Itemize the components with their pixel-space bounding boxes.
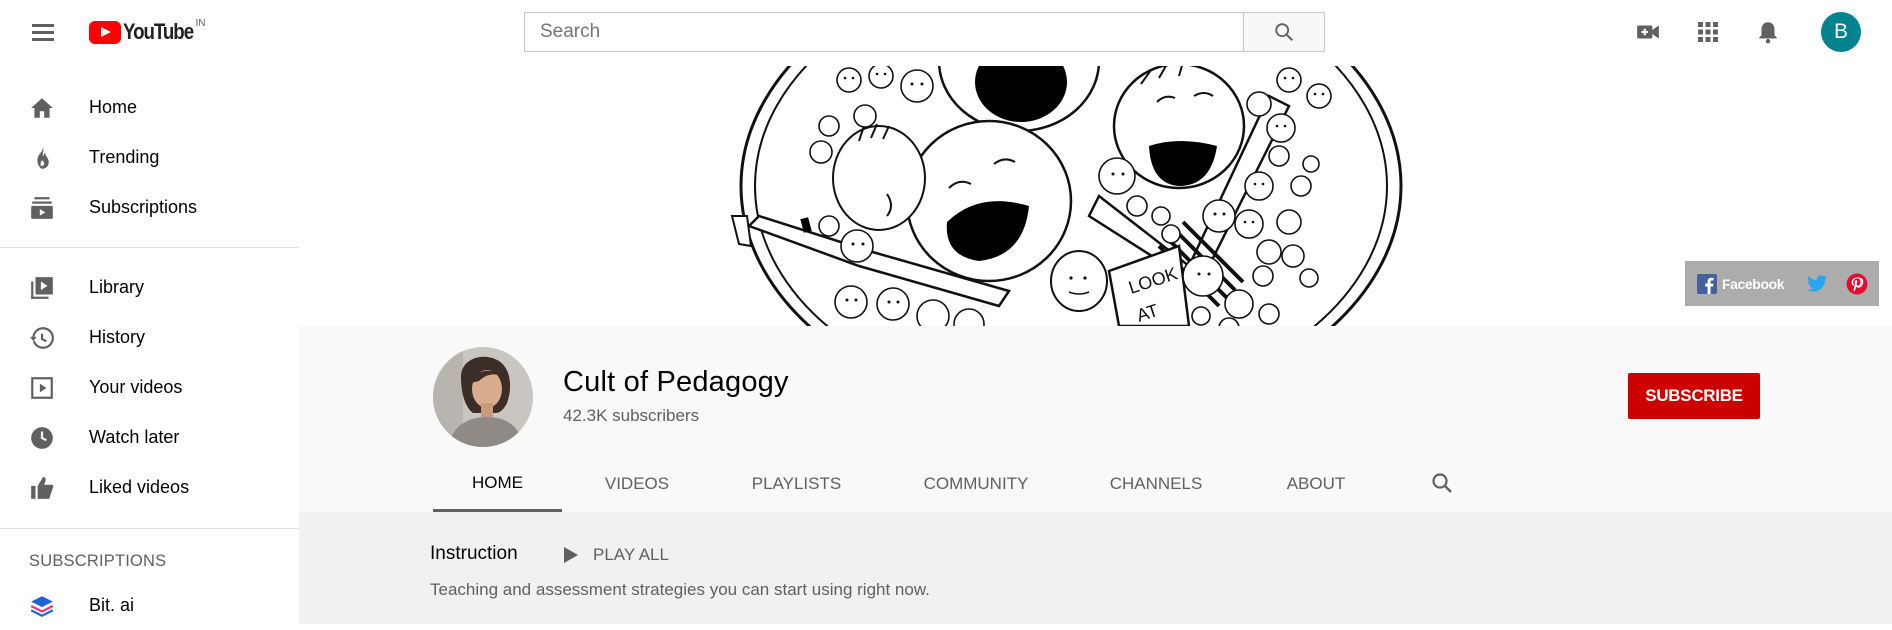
subscriptions-heading: SUBSCRIPTIONS (29, 552, 167, 570)
sidebar-divider (0, 247, 299, 248)
play-icon (564, 547, 578, 563)
subscriptions-icon (29, 195, 55, 221)
create-video-button[interactable] (1632, 16, 1664, 48)
playlist-shelf: Instruction PLAY ALL Teaching and assess… (299, 512, 1892, 624)
sidebar-item-trending[interactable]: Trending (0, 132, 299, 182)
video-camera-icon (1637, 25, 1659, 39)
channel-search-button[interactable] (1427, 468, 1457, 498)
sidebar-item-label: Subscriptions (89, 196, 198, 217)
clock-icon (29, 425, 55, 451)
notifications-button[interactable] (1752, 16, 1784, 48)
sidebar-item-home[interactable]: Home (0, 82, 299, 132)
sidebar-item-history[interactable]: History (0, 312, 299, 362)
facebook-label: Facebook (1722, 275, 1785, 292)
history-icon (29, 325, 55, 351)
tab-playlists[interactable]: PLAYLISTS (740, 456, 853, 512)
channel-header: Cult of Pedagogy 42.3K subscribers SUBSC… (299, 326, 1892, 512)
banner-illustration: LOOK AT (730, 66, 1403, 326)
facebook-link[interactable]: Facebook (1697, 273, 1785, 294)
sidebar-item-label: Watch later (89, 426, 180, 447)
home-icon (29, 95, 55, 121)
banner-social-links: Facebook (1685, 261, 1879, 306)
channel-banner: LOOK AT (299, 66, 1892, 326)
facebook-icon (1697, 273, 1717, 294)
account-avatar[interactable]: B (1821, 12, 1861, 52)
sidebar-item-label: Library (89, 276, 145, 297)
flame-icon (29, 145, 55, 171)
sidebar-item-label: Trending (89, 146, 160, 167)
bell-icon (1759, 22, 1777, 44)
sidebar-divider (0, 528, 299, 529)
apps-button[interactable] (1692, 16, 1724, 48)
channel-avatar-image (433, 347, 533, 447)
channel-avatar[interactable] (433, 347, 533, 447)
library-icon (29, 275, 55, 301)
search-button[interactable] (1243, 12, 1325, 52)
menu-icon[interactable] (26, 18, 60, 48)
sidebar: Home Trending Subscriptions Library Hist… (0, 66, 299, 624)
sidebar-item-your-videos[interactable]: Your videos (0, 362, 299, 412)
search-input[interactable] (524, 12, 1243, 52)
youtube-logo[interactable]: YouTube IN (89, 18, 206, 47)
tab-videos[interactable]: VIDEOS (592, 456, 682, 512)
sidebar-item-liked-videos[interactable]: Liked videos (0, 462, 299, 512)
sidebar-item-label: Your videos (89, 376, 183, 397)
pinterest-icon (1846, 273, 1868, 294)
bit-ai-logo-icon (29, 593, 55, 619)
sidebar-item-label: Bit. ai (89, 594, 135, 615)
sidebar-item-subscriptions[interactable]: Subscriptions (0, 182, 299, 232)
play-all-label: PLAY ALL (593, 545, 669, 564)
sidebar-item-label: History (89, 326, 146, 347)
sidebar-item-label: Liked videos (89, 476, 190, 497)
sidebar-item-library[interactable]: Library (0, 262, 299, 312)
sidebar-item-watch-later[interactable]: Watch later (0, 412, 299, 462)
play-all-button[interactable]: PLAY ALL (563, 540, 669, 570)
pinterest-link[interactable] (1846, 273, 1868, 295)
search-icon (1275, 23, 1293, 41)
search-icon (1432, 473, 1452, 493)
tab-channels[interactable]: CHANNELS (1100, 456, 1212, 512)
youtube-play-icon (89, 21, 121, 44)
your-videos-icon (29, 375, 55, 401)
apps-grid-icon (1698, 22, 1718, 42)
thumbs-up-icon (29, 475, 55, 501)
shelf-description: Teaching and assessment strategies you c… (430, 580, 930, 599)
sidebar-item-label: Home (89, 96, 138, 117)
tab-community[interactable]: COMMUNITY (911, 456, 1041, 512)
subscriber-count: 42.3K subscribers (563, 406, 700, 425)
sidebar-item-bit-ai[interactable]: Bit. ai (0, 580, 299, 630)
search-bar (524, 12, 1325, 52)
shelf-title[interactable]: Instruction (430, 543, 518, 565)
logo-country-code: IN (195, 18, 206, 29)
tab-about[interactable]: ABOUT (1272, 456, 1360, 512)
channel-name: Cult of Pedagogy (563, 366, 789, 398)
tab-home[interactable]: HOME (433, 456, 562, 512)
logo-text: YouTube (123, 19, 194, 44)
twitter-link[interactable] (1806, 274, 1828, 294)
masthead: YouTube IN B (0, 0, 1892, 66)
twitter-icon (1807, 274, 1828, 291)
subscribe-button[interactable]: SUBSCRIBE (1628, 373, 1760, 419)
